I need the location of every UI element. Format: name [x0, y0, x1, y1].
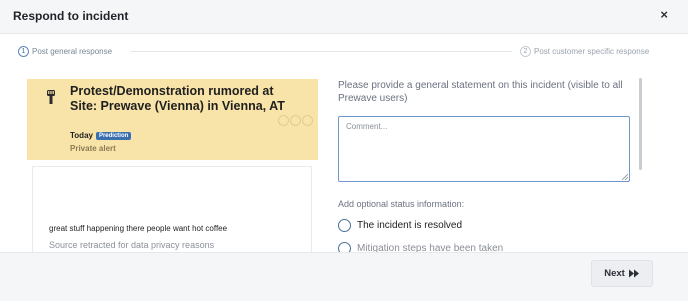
step-connector	[130, 51, 512, 52]
option-resolved[interactable]: The incident is resolved	[338, 219, 462, 232]
comment-field[interactable]	[338, 116, 630, 182]
source-note: Source retracted for data privacy reason…	[49, 240, 215, 250]
radio-button[interactable]	[338, 219, 351, 232]
alert-visibility: Private alert	[70, 144, 116, 153]
modal-footer	[0, 252, 688, 301]
dot-icon	[278, 115, 289, 126]
alert-meta: Today Prediction	[70, 131, 132, 140]
option-label: Mitigation steps have been taken	[357, 243, 504, 252]
next-button[interactable]: Next	[591, 260, 653, 287]
resize-handle-icon[interactable]	[622, 174, 628, 180]
alert-title[interactable]: Protest/Demonstration rumored at Site: P…	[70, 84, 285, 114]
next-arrow-icon	[628, 269, 639, 278]
step-indicator: 1 Post general response 2 Post customer …	[0, 34, 688, 68]
radio-button[interactable]	[338, 242, 351, 252]
status-info-label: Add optional status information:	[338, 199, 465, 209]
next-label: Next	[604, 268, 625, 279]
loading-dots	[278, 115, 313, 126]
step-number: 2	[520, 46, 531, 57]
scrollbar[interactable]	[639, 78, 642, 170]
step-number: 1	[18, 46, 29, 57]
step-label: Post general response	[32, 47, 113, 56]
modal-title: Respond to incident	[13, 9, 129, 23]
step-label: Post customer specific response	[534, 47, 650, 56]
dot-icon	[290, 115, 301, 126]
dot-icon	[302, 115, 313, 126]
step-general-response[interactable]: 1 Post general response	[18, 46, 112, 57]
statement-prompt: Please provide a general statement on th…	[338, 80, 623, 104]
prediction-badge: Prediction	[95, 131, 132, 140]
alert-date: Today	[70, 131, 93, 140]
close-icon[interactable]: ×	[660, 8, 668, 21]
source-text: great stuff happening there people want …	[49, 224, 228, 233]
option-mitigation[interactable]: Mitigation steps have been taken	[338, 242, 638, 252]
protest-fist-icon	[47, 90, 55, 104]
option-label: The incident is resolved	[357, 220, 463, 231]
step-customer-response[interactable]: 2 Post customer specific response	[520, 46, 649, 57]
